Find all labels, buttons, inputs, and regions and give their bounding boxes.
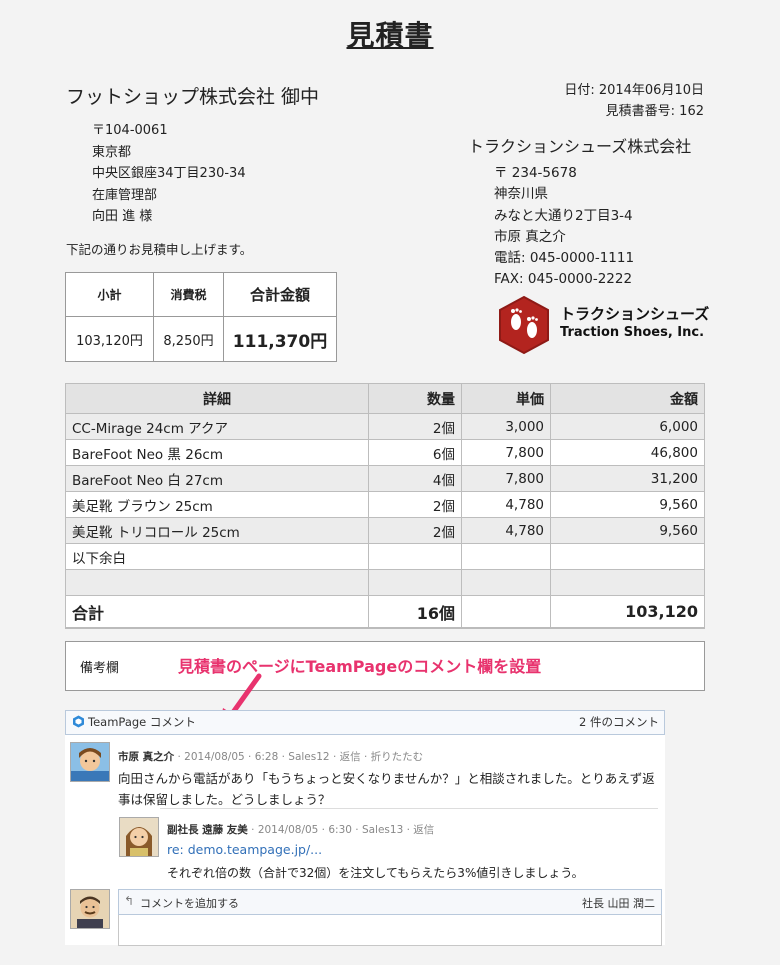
company-name: トラクションシューズ株式会社 <box>468 137 692 156</box>
item-qty: 2個 <box>368 517 462 544</box>
item-price: 3,000 <box>461 413 551 440</box>
item-amount <box>550 569 705 596</box>
address-line: 神奈川県 <box>494 186 548 203</box>
table-row: 美足靴 トリコロール 25cm 2個 4,780 9,560 <box>65 517 705 544</box>
item-price <box>461 543 551 570</box>
item-price: 4,780 <box>461 491 551 518</box>
address-line: 電話: 045-0000-1111 <box>494 250 635 267</box>
address-line: 中央区銀座34丁目230-34 <box>92 166 246 181</box>
teampage-title: TeamPage コメント <box>88 715 196 729</box>
comment-info[interactable]: · 2014/08/05 · 6:28 · Sales12 · 返信 · 折りた… <box>174 751 423 763</box>
page-title: 見積書 <box>346 19 434 52</box>
table-header-row: 詳細 数量 単価 金額 <box>65 383 705 414</box>
item-qty <box>368 569 462 596</box>
item-price <box>461 569 551 596</box>
item-name: BareFoot Neo 白 27cm <box>65 465 369 492</box>
summary-header: 小計 <box>65 272 154 317</box>
reply-link[interactable]: re: demo.teampage.jp/... <box>167 842 322 857</box>
item-amount: 9,560 <box>550 517 705 544</box>
item-name <box>65 569 369 596</box>
item-name: CC-Mirage 24cm アクア <box>65 413 369 440</box>
quote-meta: 日付: 2014年06月10日 見積書番号: 162 <box>564 80 704 122</box>
column-header: 単価 <box>461 383 551 414</box>
reply-icon: ↰ <box>124 894 135 908</box>
total-qty: 16個 <box>368 595 462 629</box>
item-price: 4,780 <box>461 517 551 544</box>
column-header: 詳細 <box>65 383 369 414</box>
item-amount: 31,200 <box>550 465 705 492</box>
item-amount: 46,800 <box>550 439 705 466</box>
summary-value: 103,120円 <box>65 316 154 362</box>
table-row: BareFoot Neo 白 27cm 4個 7,800 31,200 <box>65 465 705 492</box>
remarks-label: 備考欄 <box>80 661 120 676</box>
column-header: 数量 <box>368 383 462 414</box>
logo-text-ja: トラクションシューズ <box>560 305 710 323</box>
current-user: 社長 山田 潤二 <box>582 897 655 910</box>
company-address: 〒 234-5678 神奈川県 みなと大通り2丁目3-4 市原 真之介 電話: … <box>494 163 634 291</box>
table-row: CC-Mirage 24cm アクア 2個 3,000 6,000 <box>65 413 705 440</box>
address-line: 〒104-0061 <box>92 123 168 138</box>
summary-header: 合計金額 <box>223 272 337 317</box>
add-comment-label[interactable]: コメントを追加する <box>140 895 239 911</box>
logo-text-en: Traction Shoes, Inc. <box>560 325 705 340</box>
comment-body: 向田さんから電話があり「もうちょっと安くなりませんか？」と相談されました。とりあ… <box>118 771 655 807</box>
item-price: 7,800 <box>461 465 551 492</box>
total-price <box>461 595 551 629</box>
item-name: 以下余白 <box>65 543 369 570</box>
avatar[interactable] <box>119 817 159 857</box>
total-label: 合計 <box>65 595 369 629</box>
item-qty: 2個 <box>368 491 462 518</box>
summary-table: 小計 消費税 合計金額 103,120円 8,250円 111,370円 <box>65 272 337 362</box>
comment-author[interactable]: 市原 真之介 <box>118 751 174 763</box>
comment-info[interactable]: · 2014/08/05 · 6:30 · Sales13 · 返信 <box>248 824 434 836</box>
item-name: BareFoot Neo 黒 26cm <box>65 439 369 466</box>
item-name: 美足靴 ブラウン 25cm <box>65 491 369 518</box>
quote-number: 見積書番号: 162 <box>605 104 704 119</box>
comment-author[interactable]: 副社長 遠藤 友美 <box>167 824 248 836</box>
total-row: 合計 16個 103,120 <box>65 595 705 629</box>
comment-meta: 市原 真之介 · 2014/08/05 · 6:28 · Sales12 · 返… <box>118 749 423 764</box>
item-amount: 9,560 <box>550 491 705 518</box>
address-line: みなと大通り2丁目3-4 <box>494 207 633 224</box>
item-qty: 4個 <box>368 465 462 492</box>
items-table: 詳細 数量 単価 金額 CC-Mirage 24cm アクア 2個 3,000 … <box>65 383 705 629</box>
summary-header: 消費税 <box>153 272 224 317</box>
comment-body: それぞれ倍の数（合計で32個）を注文してもらえたら3%値引きしましょう。 <box>167 866 584 880</box>
teampage-logo-icon <box>73 715 84 728</box>
table-row <box>65 569 705 596</box>
item-qty <box>368 543 462 570</box>
item-qty: 6個 <box>368 439 462 466</box>
summary-value: 111,370円 <box>223 316 337 362</box>
avatar[interactable] <box>70 742 110 782</box>
table-row: 以下余白 <box>65 543 705 570</box>
summary-value: 8,250円 <box>153 316 224 362</box>
item-amount: 6,000 <box>550 413 705 440</box>
quote-date: 日付: 2014年06月10日 <box>564 83 704 98</box>
item-price: 7,800 <box>461 439 551 466</box>
address-line: FAX: 045-0000-2222 <box>494 271 633 288</box>
divider <box>160 808 658 809</box>
comment-input[interactable] <box>118 915 662 946</box>
table-row: BareFoot Neo 黒 26cm 6個 7,800 46,800 <box>65 439 705 466</box>
comment-meta: 副社長 遠藤 友美 · 2014/08/05 · 6:30 · Sales13 … <box>167 822 434 837</box>
total-amount: 103,120 <box>550 595 705 629</box>
address-line: 〒 234-5678 <box>494 165 577 181</box>
client-address: 〒104-0061 東京都 中央区銀座34丁目230-34 在庫管理部 向田 進… <box>92 120 246 228</box>
item-amount <box>550 543 705 570</box>
item-name: 美足靴 トリコロール 25cm <box>65 517 369 544</box>
item-qty: 2個 <box>368 413 462 440</box>
address-line: 在庫管理部 <box>92 187 158 203</box>
table-row: 美足靴 ブラウン 25cm 2個 4,780 9,560 <box>65 491 705 518</box>
column-header: 金額 <box>550 383 705 414</box>
comment-count[interactable]: 2 件のコメント <box>579 714 659 730</box>
address-line: 市原 真之介 <box>494 228 566 245</box>
avatar <box>70 889 110 929</box>
address-line: 東京都 <box>92 144 132 160</box>
client-name: フットショップ株式会社 御中 <box>66 86 320 108</box>
intro-text: 下記の通りお見積申し上げます。 <box>66 242 253 257</box>
address-line: 向田 進 様 <box>92 209 153 224</box>
